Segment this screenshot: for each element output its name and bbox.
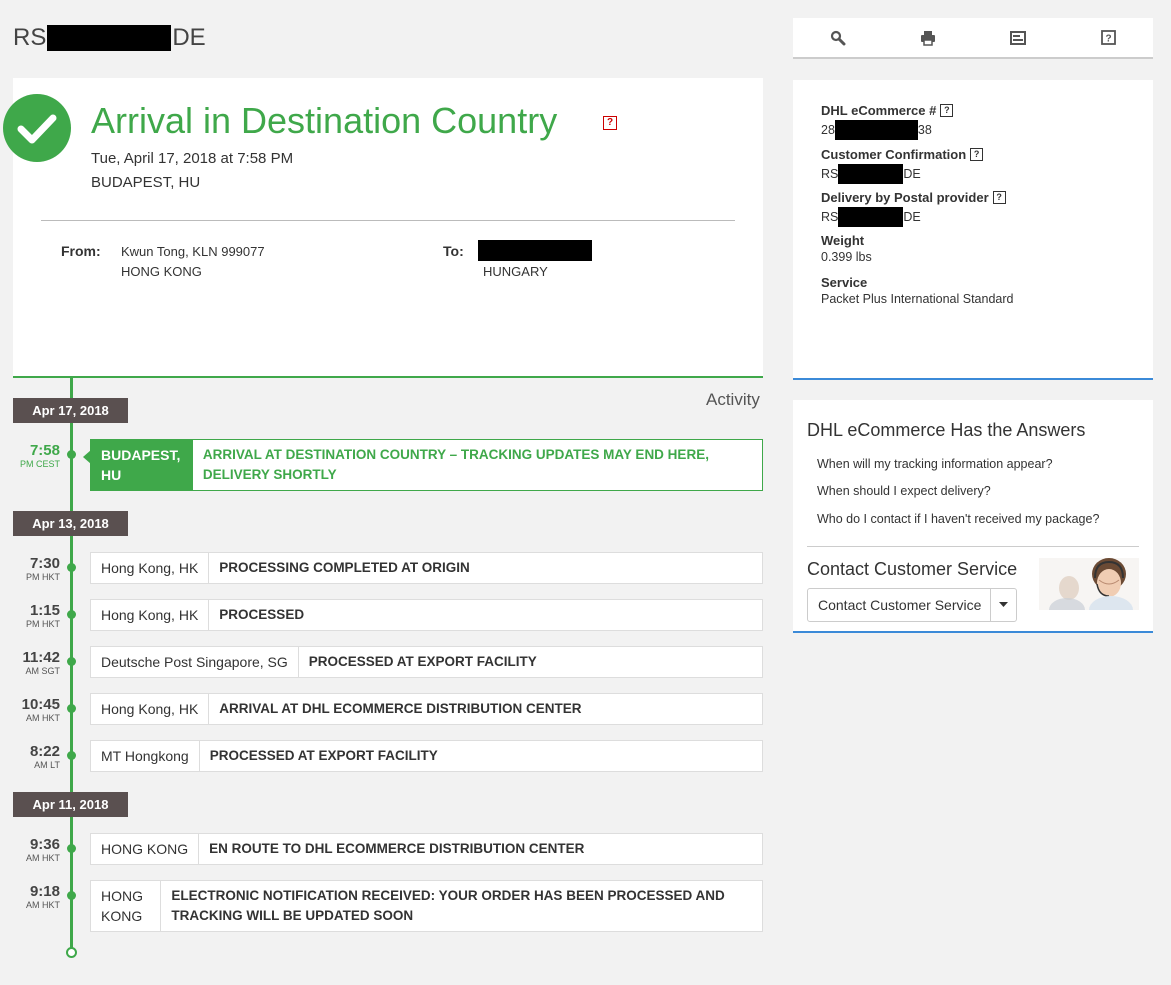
event-description: PROCESSED AT EXPORT FACILITY xyxy=(209,748,438,763)
event-row[interactable]: MT Hongkong PROCESSED AT EXPORT FACILITY xyxy=(90,740,763,772)
event-time: 8:22 AM LT xyxy=(29,743,60,771)
date-badge: Apr 11, 2018 xyxy=(13,792,128,817)
event-description: EN ROUTE TO DHL ECOMMERCE DISTRIBUTION C… xyxy=(209,841,585,856)
answers-card: DHL eCommerce Has the Answers When will … xyxy=(793,400,1153,633)
svg-text:?: ? xyxy=(1105,34,1111,45)
print-button[interactable] xyxy=(883,18,973,57)
event-description: PROCESSED xyxy=(219,607,305,622)
email-button[interactable] xyxy=(973,18,1063,57)
event-time: 11:42 AM SGT xyxy=(22,649,60,677)
event-time: 10:45 AM HKT xyxy=(21,696,60,724)
timeline-dot xyxy=(67,610,76,619)
search-button[interactable] xyxy=(793,18,883,57)
ecommerce-number-value: 28 38 xyxy=(821,120,932,140)
event-location: BUDAPEST, HU xyxy=(83,440,193,490)
event-time: 1:15 PM HKT xyxy=(25,602,60,630)
date-badge: Apr 17, 2018 xyxy=(13,398,128,423)
timeline-end-marker xyxy=(66,947,77,958)
customer-service-agent-image xyxy=(1039,558,1139,610)
search-icon xyxy=(830,30,846,45)
tracking-suffix: DE xyxy=(172,24,206,51)
timeline-dot xyxy=(67,657,76,666)
date-badge: Apr 13, 2018 xyxy=(13,511,128,536)
faq-link[interactable]: Who do I contact if I haven't received m… xyxy=(817,512,1099,526)
event-row-current[interactable]: BUDAPEST, HU ARRIVAL AT DESTINATION COUN… xyxy=(83,439,763,491)
postal-provider-value: RS DE xyxy=(821,207,921,227)
event-location: HONG KONG xyxy=(91,881,162,931)
redaction-bar xyxy=(478,240,592,261)
event-time: 9:36 AM HKT xyxy=(25,836,60,864)
shipment-info-card: DHL eCommerce #? 28 38 Customer Confirmat… xyxy=(793,80,1153,380)
event-description: ARRIVAL AT DESTINATION COUNTRY – TRACKIN… xyxy=(202,447,709,482)
from-label: From: xyxy=(61,243,101,259)
timeline-dot xyxy=(67,891,76,900)
contact-customer-service-dropdown[interactable]: Contact Customer Service xyxy=(807,588,1017,622)
redaction-bar xyxy=(47,25,172,51)
divider xyxy=(41,220,735,221)
event-location: Hong Kong, HK xyxy=(91,600,210,630)
help-icon: ? xyxy=(1100,30,1116,45)
help-icon[interactable]: ? xyxy=(992,191,1006,204)
print-icon xyxy=(921,30,935,46)
timeline-dot xyxy=(67,704,76,713)
event-location: MT Hongkong xyxy=(91,741,200,771)
tracking-prefix: RS xyxy=(13,24,47,51)
status-location: BUDAPEST, HU xyxy=(91,174,201,191)
event-location: Deutsche Post Singapore, SG xyxy=(91,647,299,677)
check-circle-icon xyxy=(3,94,71,162)
from-line-1: Kwun Tong, KLN 999077 xyxy=(121,244,265,259)
weight-label: Weight xyxy=(821,233,865,248)
event-time: 7:30 PM HKT xyxy=(25,555,60,583)
event-description: ARRIVAL AT DHL ECOMMERCE DISTRIBUTION CE… xyxy=(219,701,582,716)
divider xyxy=(807,546,1139,547)
event-location: HONG KONG xyxy=(91,834,200,864)
help-icon[interactable]: ? xyxy=(940,104,954,117)
status-card: Arrival in Destination Country ? Tue, Ap… xyxy=(3,78,763,378)
from-line-2: HONG KONG xyxy=(121,264,202,279)
event-description: PROCESSING COMPLETED AT ORIGIN xyxy=(219,560,470,575)
status-help-icon[interactable]: ? xyxy=(603,116,617,130)
chevron-down-icon[interactable] xyxy=(991,589,1016,621)
customer-confirmation-label: Customer Confirmation? xyxy=(821,147,984,162)
service-value: Packet Plus International Standard xyxy=(821,292,1014,306)
activity-heading: Activity xyxy=(706,390,760,409)
faq-link[interactable]: When will my tracking information appear… xyxy=(817,457,1053,471)
to-label: To: xyxy=(443,243,464,259)
event-description: PROCESSED AT EXPORT FACILITY xyxy=(308,654,537,669)
timeline-dot xyxy=(67,844,76,853)
event-row[interactable]: HONG KONG EN ROUTE TO DHL ECOMMERCE DIST… xyxy=(90,833,763,865)
weight-value: 0.399 lbs xyxy=(821,250,872,264)
timeline-dot xyxy=(67,751,76,760)
help-icon[interactable]: ? xyxy=(970,148,984,161)
tracking-number: RS DE xyxy=(13,24,206,52)
postal-provider-label: Delivery by Postal provider? xyxy=(821,190,1006,205)
faq-link[interactable]: When should I expect delivery? xyxy=(817,484,991,498)
ecommerce-number-label: DHL eCommerce #? xyxy=(821,103,954,118)
customer-confirmation-value: RS DE xyxy=(821,164,921,184)
event-time: 9:18 AM HKT xyxy=(25,883,60,911)
event-location: Hong Kong, HK xyxy=(91,694,210,724)
help-button[interactable]: ? xyxy=(1063,18,1153,57)
event-row[interactable]: Hong Kong, HK PROCESSED xyxy=(90,599,763,631)
action-toolbar: ? xyxy=(793,18,1153,59)
answers-title: DHL eCommerce Has the Answers xyxy=(807,420,1086,440)
contact-title: Contact Customer Service xyxy=(807,559,1018,579)
event-time: 7:58 PM CEST xyxy=(19,442,60,470)
service-label: Service xyxy=(821,275,868,290)
event-location: Hong Kong, HK xyxy=(91,553,210,583)
event-row[interactable]: HONG KONG ELECTRONIC NOTIFICATION RECEIV… xyxy=(90,880,763,932)
event-description: ELECTRONIC NOTIFICATION RECEIVED: YOUR O… xyxy=(171,888,725,923)
event-row[interactable]: Deutsche Post Singapore, SG PROCESSED AT… xyxy=(90,646,763,678)
status-date: Tue, April 17, 2018 at 7:58 PM xyxy=(91,150,294,167)
status-title: Arrival in Destination Country xyxy=(91,100,558,141)
to-line-2: HUNGARY xyxy=(483,264,548,279)
timeline-dot xyxy=(67,450,76,459)
contact-button-label[interactable]: Contact Customer Service xyxy=(808,589,991,621)
timeline-dot xyxy=(67,563,76,572)
event-row[interactable]: Hong Kong, HK PROCESSING COMPLETED AT OR… xyxy=(90,552,763,584)
event-row[interactable]: Hong Kong, HK ARRIVAL AT DHL ECOMMERCE D… xyxy=(90,693,763,725)
email-icon xyxy=(1010,30,1026,45)
